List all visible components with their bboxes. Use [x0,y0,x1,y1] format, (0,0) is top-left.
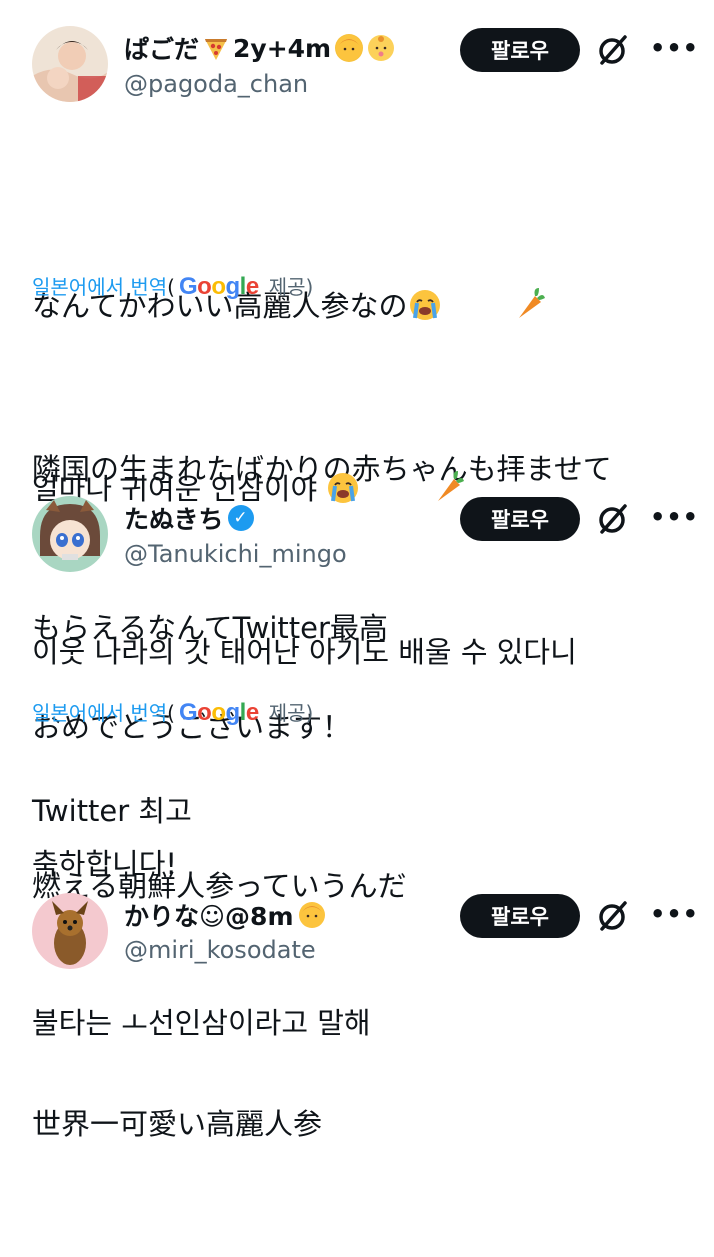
more-icon[interactable]: ••• [650,900,699,928]
verified-badge-icon: ✓ [227,505,254,531]
google-logo: Google [178,699,259,726]
provider-suffix: 제공) [268,275,314,299]
display-name-suffix: 2y+4m [233,33,332,63]
crying-face-icon [326,415,360,503]
tweet-original-text: 世界一可愛い高麗人参 [32,992,692,1257]
man-icon [298,901,326,929]
translate-label[interactable]: 일본어에서 번역 [32,271,167,300]
grok-icon[interactable] [596,899,630,933]
more-icon[interactable]: ••• [650,34,699,62]
paren: ( [167,701,175,725]
translation-attribution: 일본어에서 번역 ( Google 제공) [32,271,313,301]
display-name[interactable]: たぬきち [124,500,224,536]
translate-label[interactable]: 일본어에서 번역 [32,697,167,726]
translation-attribution: 일본어에서 번역 ( Google 제공) [32,697,313,727]
display-name[interactable]: ぱごだ [124,30,199,66]
paren: ( [167,275,175,299]
pizza-icon [205,39,228,60]
carrot-icon [360,414,465,520]
man-icon [335,34,364,62]
crying-face-icon [408,232,442,320]
display-name[interactable]: かりな☺@8m [124,897,294,933]
follow-button[interactable]: 팔로우 [460,28,580,72]
display-name-row[interactable]: ぱごだ 2y+4m [124,30,395,66]
grok-icon[interactable] [596,33,630,67]
avatar[interactable] [32,893,108,969]
text-line: 축하합니다! [32,847,178,881]
display-name-row[interactable]: かりな☺@8m [124,897,326,933]
avatar[interactable] [32,496,108,572]
baby-icon [367,34,395,62]
follow-button[interactable]: 팔로우 [460,497,580,541]
text-line: 世界一可愛い高麗人参 [32,1107,323,1141]
follow-button[interactable]: 팔로우 [460,894,580,938]
google-logo: Google [178,273,259,300]
provider-suffix: 제공) [268,701,314,725]
handle[interactable]: @miri_kosodate [124,936,316,964]
avatar[interactable] [32,26,108,102]
handle[interactable]: @Tanukichi_mingo [124,540,347,568]
more-icon[interactable]: ••• [650,503,699,531]
handle[interactable]: @pagoda_chan [124,70,308,98]
display-name-row[interactable]: たぬきち ✓ [124,500,254,536]
grok-icon[interactable] [596,502,630,536]
